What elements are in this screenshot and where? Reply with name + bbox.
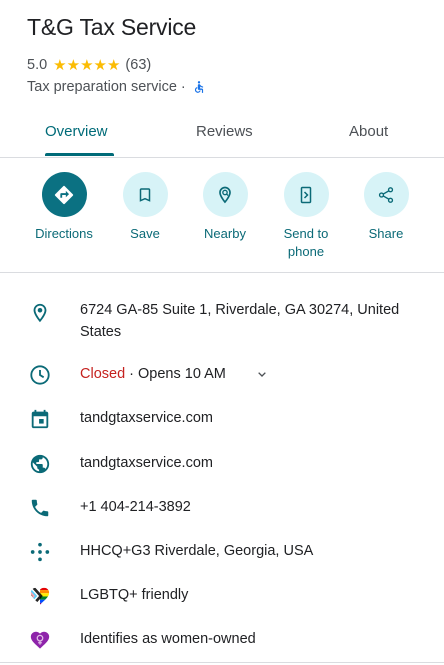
location-pin-icon <box>28 301 52 325</box>
directions-button[interactable]: Directions <box>24 172 104 243</box>
tab-reviews[interactable]: Reviews <box>196 123 253 140</box>
phone-number: +1 404-214-3892 <box>80 499 191 515</box>
category-label[interactable]: Tax preparation service <box>27 79 177 95</box>
women-owned-heart-icon <box>28 628 52 652</box>
women-owned-text: Identifies as women-owned <box>80 631 256 647</box>
tab-overview[interactable]: Overview <box>45 123 108 140</box>
place-title: T&G Tax Service <box>27 14 197 40</box>
category-row: Tax preparation service · <box>27 79 206 95</box>
review-count-link[interactable]: (63) <box>125 57 151 73</box>
directions-icon <box>54 185 74 204</box>
separator-dot: · <box>180 79 186 95</box>
phone-icon <box>28 496 52 520</box>
plus-code-icon <box>28 540 52 564</box>
hours-status: Closed <box>80 366 126 382</box>
hours-detail: · Opens 10 AM <box>125 366 226 382</box>
rating-value: 5.0 <box>27 57 48 73</box>
nearby-label: Nearby <box>204 226 246 241</box>
address-text: 6724 GA-85 Suite 1, Riverdale, GA 30274,… <box>80 302 400 340</box>
lgbtq-text: LGBTQ+ friendly <box>80 587 189 603</box>
booking-link: tandgtaxservice.com <box>80 410 213 426</box>
globe-icon <box>28 452 52 476</box>
active-tab-indicator <box>45 153 114 156</box>
calendar-icon <box>28 407 52 431</box>
send-to-phone-icon <box>300 186 312 203</box>
pride-heart-icon <box>28 584 52 608</box>
share-icon <box>378 186 394 203</box>
directions-label: Directions <box>35 226 93 241</box>
bookmark-icon <box>139 187 151 202</box>
clock-icon <box>28 363 52 387</box>
wheelchair-accessible-icon[interactable] <box>192 80 206 94</box>
chevron-down-icon[interactable] <box>254 363 270 385</box>
share-button[interactable]: Share <box>346 172 426 243</box>
rating-row: 5.0 ★★★★★ (63) <box>27 56 151 74</box>
send-to-phone-label: Send to phone <box>283 226 329 259</box>
website-link: tandgtaxservice.com <box>80 455 213 471</box>
action-buttons-row: Directions Save Nearby Send to phone Sha… <box>0 158 444 273</box>
save-label: Save <box>130 226 160 241</box>
tab-about[interactable]: About <box>349 123 388 140</box>
star-rating-icons: ★★★★★ <box>53 57 121 74</box>
nearby-icon <box>219 186 231 203</box>
send-to-phone-button[interactable]: Send to phone <box>266 172 346 261</box>
tab-bar: Overview Reviews About <box>0 111 444 158</box>
share-label: Share <box>368 226 404 241</box>
nearby-button[interactable]: Nearby <box>185 172 265 243</box>
save-button[interactable]: Save <box>105 172 185 243</box>
hours-text: Closed · Opens 10 AM <box>80 363 425 385</box>
plus-code-text: HHCQ+G3 Riverdale, Georgia, USA <box>80 543 314 559</box>
bottom-divider <box>0 662 444 663</box>
